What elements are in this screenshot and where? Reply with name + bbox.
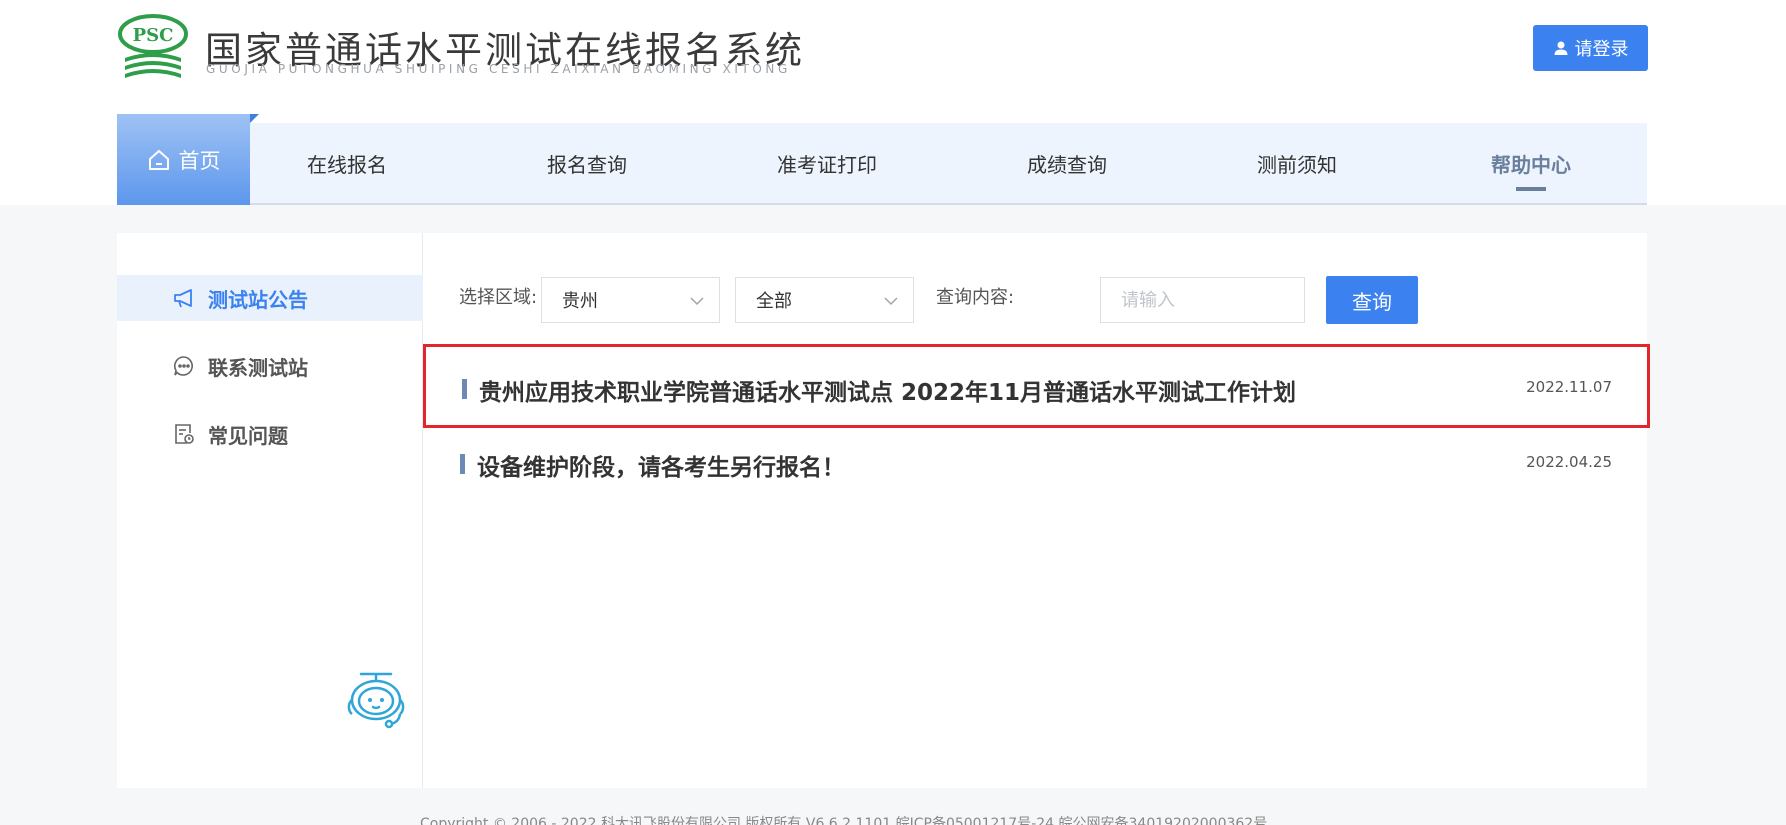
- chat-bubble-icon: [173, 356, 193, 376]
- scope-select[interactable]: 全部: [735, 277, 914, 323]
- sidebar-item-station-notice[interactable]: 测试站公告: [117, 275, 423, 321]
- site-header: PSC 国家普通话水平测试在线报名系统 GUOJIA PUTONGHUA SHU…: [117, 0, 1648, 115]
- user-icon: [1554, 41, 1567, 55]
- region-select-value: 贵州: [562, 291, 598, 312]
- sidebar: 测试站公告 联系测试站 常见问题: [117, 233, 423, 788]
- notice-marker: [460, 454, 465, 474]
- notice-item[interactable]: 贵州应用技术职业学院普通话水平测试点 2022年11月普通话水平测试工作计划 2…: [423, 344, 1650, 428]
- notice-title: 设备维护阶段，请各考生另行报名！: [477, 455, 845, 481]
- region-label: 选择区域:: [459, 287, 538, 308]
- search-input[interactable]: [1100, 277, 1305, 323]
- sidebar-item-contact-station[interactable]: 联系测试站: [117, 343, 423, 389]
- site-subtitle: GUOJIA PUTONGHUA SHUIPING CESHI ZAIXIAN …: [206, 62, 791, 76]
- document-clock-icon: [175, 424, 194, 444]
- sidebar-item-faq[interactable]: 常见问题: [117, 411, 423, 457]
- chevron-down-icon: [884, 297, 898, 306]
- nav-item-admission-print[interactable]: 准考证打印: [737, 123, 917, 203]
- nav-item-registration-query[interactable]: 报名查询: [497, 123, 677, 203]
- home-icon: [148, 149, 169, 170]
- nav-home[interactable]: 首页: [117, 114, 259, 205]
- content-label: 查询内容:: [936, 287, 1015, 308]
- nav-home-label: 首页: [178, 148, 221, 173]
- filter-bar: 选择区域: 贵州 全部 查询内容: 查询: [423, 233, 1647, 343]
- notice-marker: [462, 379, 467, 399]
- content-card: 测试站公告 联系测试站 常见问题 选择区域: 贵州 全部 查询内容: 请输入 查…: [117, 233, 1650, 788]
- megaphone-icon: [174, 289, 192, 308]
- sidebar-item-label: 联系测试站: [208, 355, 308, 380]
- sidebar-item-label: 常见问题: [208, 423, 288, 448]
- footer-copyright: Copyright © 2006 - 2022 科大讯飞股份有限公司 版权所有 …: [420, 816, 1268, 825]
- robot-assistant-icon[interactable]: [343, 670, 409, 732]
- main-nav: 首页 在线报名 报名查询 准考证打印 成绩查询 测前须知 帮助中心: [117, 114, 1647, 205]
- notice-title: 贵州应用技术职业学院普通话水平测试点 2022年11月普通话水平测试工作计划: [479, 380, 1297, 406]
- notice-date: 2022.04.25: [1526, 453, 1612, 471]
- chevron-down-icon: [690, 297, 704, 306]
- nav-item-pretest-notice[interactable]: 测前须知: [1207, 123, 1387, 203]
- nav-item-score-query[interactable]: 成绩查询: [977, 123, 1157, 203]
- region-select[interactable]: 贵州: [541, 277, 720, 323]
- notice-date: 2022.11.07: [1526, 378, 1612, 396]
- nav-item-help-center[interactable]: 帮助中心: [1441, 123, 1621, 203]
- nav-item-online-registration[interactable]: 在线报名: [257, 123, 437, 203]
- login-button[interactable]: 请登录: [1533, 25, 1648, 71]
- logo-text: PSC: [133, 25, 174, 46]
- scope-select-value: 全部: [756, 291, 792, 312]
- sidebar-item-label: 测试站公告: [208, 287, 308, 312]
- query-button[interactable]: 查询: [1326, 276, 1418, 324]
- notice-item[interactable]: 设备维护阶段，请各考生另行报名！ 2022.04.25: [424, 422, 1647, 506]
- login-label: 请登录: [1574, 39, 1629, 60]
- psc-logo: PSC: [118, 14, 188, 78]
